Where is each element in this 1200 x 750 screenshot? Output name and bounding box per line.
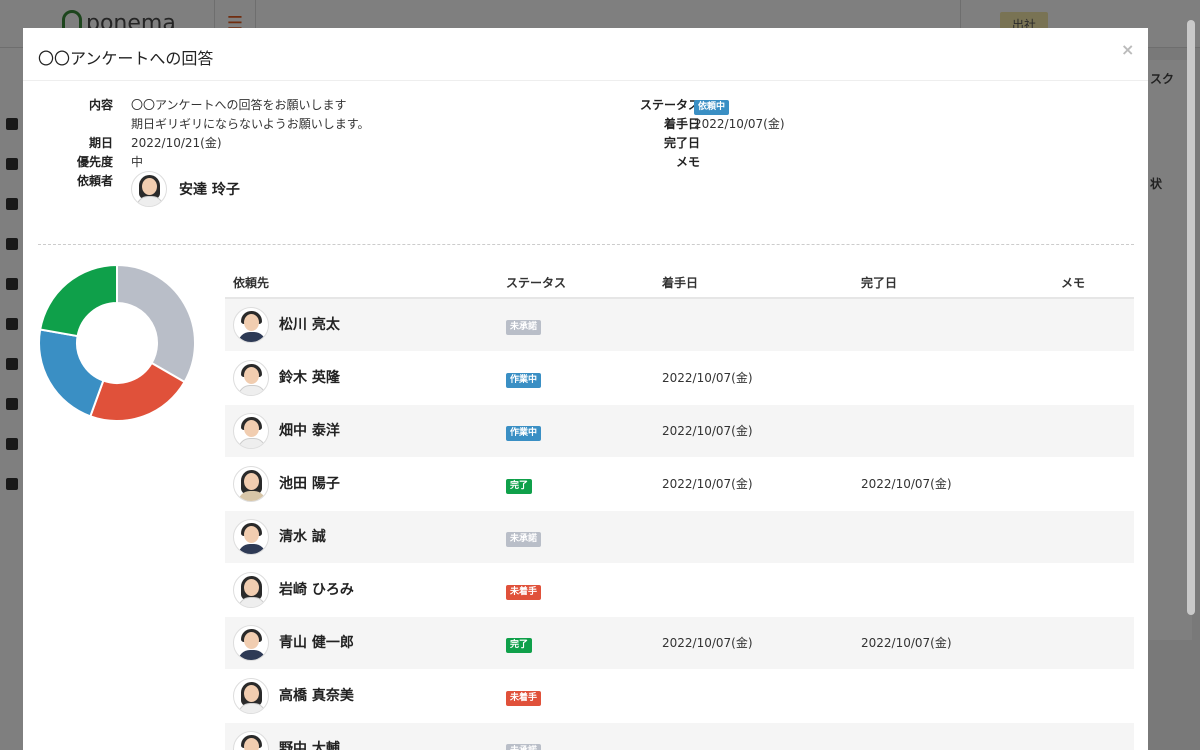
assignee-end-date: 2022/10/07(金) [861,636,952,650]
assignee-name: 青山 健一郎 [279,635,354,651]
status-label: ステータス [639,98,700,112]
assignee-name: 高橋 真奈美 [279,688,354,704]
col-header-end[interactable]: 完了日 [861,274,897,291]
assignee-name: 野中 大輔 [279,741,340,750]
due-label: 期日 [88,136,113,150]
assignee-start-date: 2022/10/07(金) [662,371,753,385]
assignee-status: 完了 [506,458,533,511]
table-row[interactable]: 野中 大輔 未承諾 [225,723,1134,750]
assignee-name: 清水 誠 [279,529,326,545]
status-badge: 作業中 [506,373,542,388]
table-row[interactable]: 清水 誠 未承諾 [225,511,1134,564]
assignee-status: 作業中 [506,352,542,405]
assignee-name: 岩崎 ひろみ [279,582,354,598]
assignee-status: 未着手 [506,564,542,617]
page-scrollbar[interactable] [1187,20,1195,615]
assignee-name: 鈴木 英隆 [279,370,340,386]
assignee-name: 松川 亮太 [279,317,340,333]
status-badge: 完了 [506,479,533,494]
modal-header: 〇〇アンケートへの回答 × [23,28,1148,81]
task-details-right: ステータス 依頼中 着手日 2022/10/07(金) 完了日 メモ [598,96,1098,172]
assignee-name: 畑中 泰洋 [279,423,340,439]
assignee-avatar [233,307,269,343]
task-details-left: 内容 〇〇アンケートへの回答をお願いします 期日ギリギリにならないようお願いしま… [35,96,595,191]
assignee-avatar [233,519,269,555]
table-header: 依頼先 ステータス 着手日 完了日 メモ [225,263,1134,299]
table-row[interactable]: 松川 亮太 未承諾 [225,299,1134,352]
requester-avatar [131,171,167,207]
assignee-avatar [233,413,269,449]
table-row[interactable]: 岩崎 ひろみ 未着手 [225,564,1134,617]
assignee-avatar [233,678,269,714]
end-label: 完了日 [663,136,700,150]
priority-label: 優先度 [76,155,113,169]
status-badge: 未承諾 [506,320,542,335]
assignee-table: 依頼先 ステータス 着手日 完了日 メモ 松川 亮太 未承諾 鈴木 英隆 作業中 202… [225,263,1134,750]
assignee-status: 未着手 [506,670,542,723]
assignee-name: 池田 陽子 [279,476,340,492]
donut-slice-2[interactable] [38,328,105,418]
status-badge: 未着手 [506,585,542,600]
assignee-status: 未承諾 [506,299,542,352]
assignee-avatar [233,466,269,502]
status-donut-chart [38,264,196,422]
status-badge: 依頼中 [694,100,730,115]
table-row[interactable]: 鈴木 英隆 作業中 2022/10/07(金) [225,352,1134,405]
content-line-1: 〇〇アンケートへの回答をお願いします [131,98,347,112]
table-row[interactable]: 池田 陽子 完了 2022/10/07(金) 2022/10/07(金) [225,458,1134,511]
section-divider [38,244,1134,245]
assignee-status: 未承諾 [506,511,542,564]
assignee-start-date: 2022/10/07(金) [662,477,753,491]
assignee-status: 作業中 [506,405,542,458]
assignee-status: 未承諾 [506,723,542,750]
start-value: 2022/10/07(金) [694,117,785,131]
requester-label: 依頼者 [76,174,113,188]
assignee-avatar [233,360,269,396]
status-badge: 完了 [506,638,533,653]
due-value: 2022/10/21(金) [131,136,222,150]
close-icon[interactable]: × [1121,40,1134,59]
status-badge: 作業中 [506,426,542,441]
col-header-memo[interactable]: メモ [1061,274,1085,291]
requester-name: 安達 玲子 [179,182,240,198]
col-header-assignee[interactable]: 依頼先 [233,274,269,291]
donut-slice-3[interactable] [39,264,118,338]
content-label: 内容 [88,98,113,112]
assignee-status: 完了 [506,617,533,670]
col-header-status[interactable]: ステータス [506,274,566,291]
assignee-start-date: 2022/10/07(金) [662,424,753,438]
status-badge: 未承諾 [506,532,542,547]
assignee-start-date: 2022/10/07(金) [662,636,753,650]
content-line-2: 期日ギリギリにならないようお願いします。 [131,117,370,131]
assignee-avatar [233,625,269,661]
modal-title: 〇〇アンケートへの回答 [38,49,214,68]
memo-label: メモ [675,155,700,169]
task-detail-modal: 〇〇アンケートへの回答 × 内容 〇〇アンケートへの回答をお願いします 期日ギリ… [23,28,1148,750]
table-row[interactable]: 青山 健一郎 完了 2022/10/07(金) 2022/10/07(金) [225,617,1134,670]
col-header-start[interactable]: 着手日 [662,274,698,291]
table-row[interactable]: 高橋 真奈美 未着手 [225,670,1134,723]
start-label: 着手日 [663,117,700,131]
table-row[interactable]: 畑中 泰洋 作業中 2022/10/07(金) [225,405,1134,458]
status-badge: 未着手 [506,691,542,706]
assignee-end-date: 2022/10/07(金) [861,477,952,491]
status-badge: 未承諾 [506,744,542,750]
priority-value: 中 [131,155,144,169]
assignee-avatar [233,731,269,750]
table-body: 松川 亮太 未承諾 鈴木 英隆 作業中 2022/10/07(金) 畑中 泰洋 作業中 202… [225,299,1134,750]
assignee-avatar [233,572,269,608]
